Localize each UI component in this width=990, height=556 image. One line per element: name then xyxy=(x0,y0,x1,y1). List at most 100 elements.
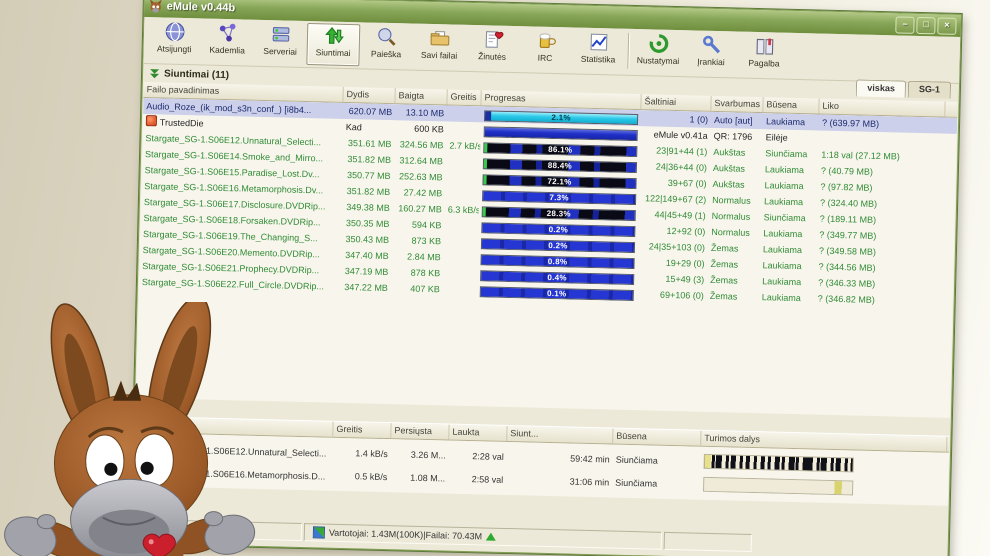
salt-cell: 1 (0) xyxy=(641,110,711,128)
client-icon xyxy=(146,115,157,126)
toolbar-label: Įrankiai xyxy=(697,57,725,68)
column-header-laukta[interactable]: Laukta xyxy=(449,425,507,441)
toolbar-button-transfers[interactable]: Siuntimai xyxy=(306,23,360,66)
toolbar-button-kademlia[interactable]: Kademlia xyxy=(200,20,254,63)
shared-files-icon xyxy=(428,27,451,50)
progress-label: 7.3% xyxy=(483,191,635,204)
dydis-cell: 347.19 MB xyxy=(339,263,391,280)
servers-icon xyxy=(269,23,292,46)
svarb-cell: Normalus xyxy=(709,208,761,225)
svarb-cell: Aukštas xyxy=(710,160,762,177)
kad-network-icon xyxy=(216,22,239,45)
toolbar-button-disconnect[interactable]: Atsijungti xyxy=(147,19,201,62)
salt-cell: 12+92 (0) xyxy=(638,222,708,240)
column-header-svarb[interactable]: Svarbumas xyxy=(711,96,763,112)
svarb-cell: Žemas xyxy=(707,256,759,273)
parts-cell xyxy=(700,477,946,498)
progress-label: 2.1% xyxy=(485,111,637,124)
dydis-cell: 349.38 MB xyxy=(341,199,393,216)
emule-app-icon xyxy=(149,0,163,13)
emule-donkey-mascot xyxy=(0,302,264,556)
toolbar-button-statistics[interactable]: Statistika xyxy=(571,29,625,72)
toolbar-button-search[interactable]: Paieška xyxy=(359,24,413,67)
progress-label: 0.2% xyxy=(482,239,634,252)
greitis-cell xyxy=(443,273,477,274)
progress-label: 0.4% xyxy=(481,271,633,284)
busena-cell: Laukiama xyxy=(759,273,815,290)
progress-label: 28.3% xyxy=(483,207,635,220)
busena-cell: Laukiama xyxy=(760,241,816,258)
progress-label: 72.1% xyxy=(483,175,635,188)
minimize-button[interactable]: – xyxy=(895,16,914,33)
column-header-siunt[interactable]: Siunt... xyxy=(507,426,613,444)
busena-cell: Eilėje xyxy=(762,129,818,146)
salt-cell: 23|91+44 (1) xyxy=(640,142,710,160)
salt-cell: 39+67 (0) xyxy=(639,174,709,192)
toolbar-button-shared-files[interactable]: Savi failai xyxy=(412,26,466,69)
svarb-cell: Normalus xyxy=(708,224,760,241)
greitis-cell: 2.7 kB/s xyxy=(446,137,480,154)
dydis-cell: 350.35 MB xyxy=(340,215,392,232)
column-header-greitis[interactable]: Greitis xyxy=(447,89,481,105)
dydis-cell: 351.82 MB xyxy=(341,183,393,200)
greitis-cell: 1.4 kB/s xyxy=(333,447,391,458)
available-parts-bar xyxy=(703,477,853,496)
greitis-cell: 6.3 kB/s xyxy=(445,201,479,218)
column-header-greitis[interactable]: Greitis xyxy=(333,422,391,438)
column-header-busena[interactable]: Būsena xyxy=(763,97,819,113)
transfer-rate-segment xyxy=(664,532,752,552)
toolbar-button-messages[interactable]: Žinutės xyxy=(465,27,519,70)
greitis-cell xyxy=(446,161,480,162)
busena-cell: Laukiama xyxy=(763,113,819,130)
greitis-cell: 0.5 kB/s xyxy=(332,470,390,481)
network-icon xyxy=(313,526,325,538)
irc-icon xyxy=(534,30,557,53)
column-header-persiusta[interactable]: Persiųsta xyxy=(391,423,449,439)
column-header-salt[interactable]: Šaltiniai xyxy=(641,94,711,111)
baigta-cell: 878 KB xyxy=(391,264,443,281)
dydis-cell: Kad xyxy=(343,119,395,136)
baigta-cell: 160.27 MB xyxy=(393,200,445,217)
toolbar-button-options[interactable]: Nustatymai xyxy=(631,31,685,74)
column-header-dydis[interactable]: Dydis xyxy=(343,87,395,103)
svarb-cell: QR: 1796 xyxy=(711,128,763,145)
toolbar-button-servers[interactable]: Serveriai xyxy=(253,22,307,65)
progress-label xyxy=(485,127,637,140)
maximize-button[interactable]: □ xyxy=(916,16,935,33)
svarb-cell: Auto [aut] xyxy=(711,112,763,129)
close-button[interactable]: × xyxy=(937,17,956,34)
toolbar-button-tools[interactable]: Įrankiai xyxy=(684,32,738,75)
busena-cell: Laukiama xyxy=(759,257,815,274)
toolbar-button-help[interactable]: Pagalba xyxy=(737,34,791,77)
category-tab-sg1[interactable]: SG-1 xyxy=(908,81,951,99)
column-header-busena[interactable]: Būsena xyxy=(613,429,701,446)
svarb-cell: Aukštas xyxy=(710,144,762,161)
greitis-cell xyxy=(447,129,481,130)
toolbar-separator xyxy=(627,33,629,69)
salt-cell: 122|149+67 (2) xyxy=(639,190,709,208)
progress-label: 0.2% xyxy=(482,223,634,236)
options-icon xyxy=(647,32,670,55)
baigta-cell: 27.42 MB xyxy=(393,184,445,201)
category-tabs: viskas SG-1 xyxy=(854,79,951,98)
laukta-cell: 2:28 val xyxy=(449,450,507,461)
greitis-cell xyxy=(447,113,481,114)
laukta-cell: 2:58 val xyxy=(448,473,506,484)
toolbar-label: Siuntimai xyxy=(316,47,351,58)
transfers-icon xyxy=(322,24,345,47)
salt-cell: 19+29 (0) xyxy=(637,254,707,272)
column-header-liko[interactable]: Liko xyxy=(819,99,945,117)
baigta-cell: 407 KB xyxy=(391,280,443,297)
baigta-cell: 13.10 MB xyxy=(395,104,447,121)
progress-label: 0.8% xyxy=(482,255,634,268)
baigta-cell: 873 KB xyxy=(392,232,444,249)
busena-cell: Laukiama xyxy=(761,177,817,194)
column-header-baigta[interactable]: Baigta xyxy=(395,88,447,104)
liko-cell: ? (639.97 MB) xyxy=(819,115,945,134)
busena-cell: Laukiama xyxy=(760,225,816,242)
toolbar-button-irc[interactable]: IRC xyxy=(518,28,572,71)
greitis-cell xyxy=(446,177,480,178)
busena-cell: Laukiama xyxy=(762,161,818,178)
liko-cell: ? (346.82 MB) xyxy=(815,290,941,309)
category-tab-all[interactable]: viskas xyxy=(856,79,906,97)
